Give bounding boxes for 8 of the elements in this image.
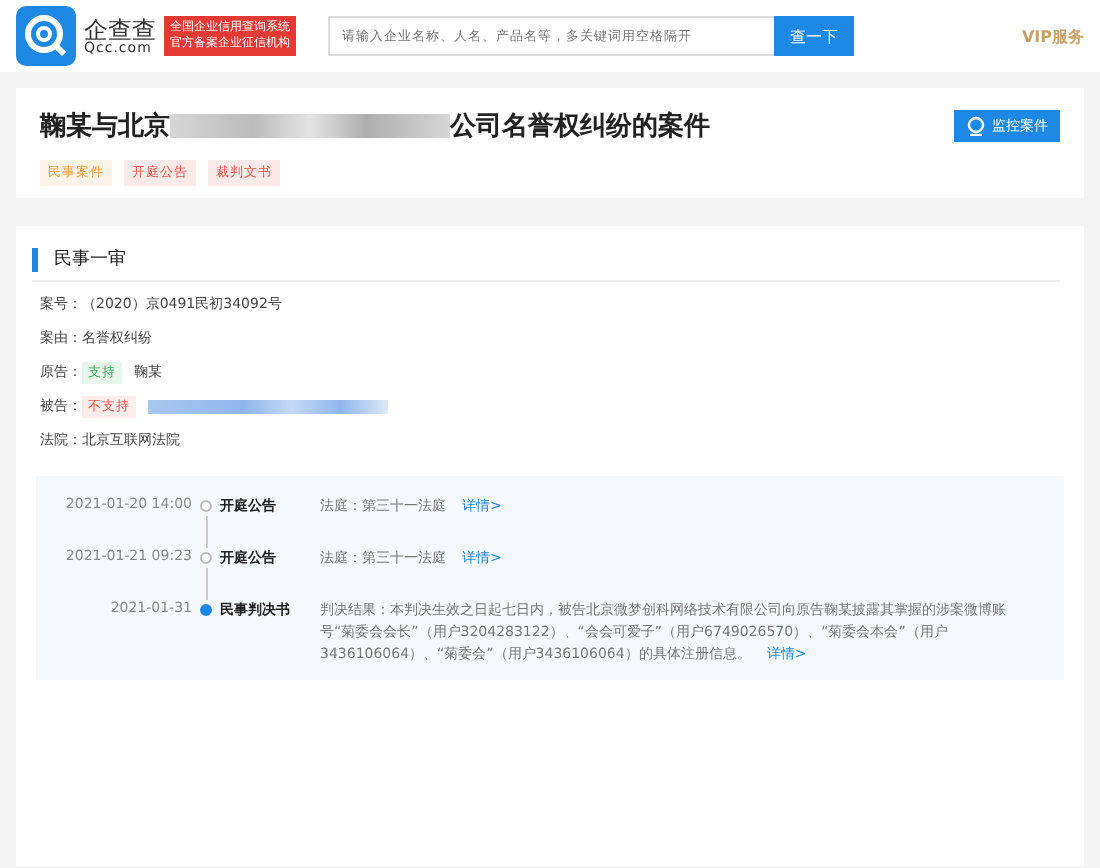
search-button[interactable]: 查一下: [774, 16, 854, 56]
logo-icon[interactable]: [16, 6, 76, 66]
vip-link[interactable]: VIP服务: [1021, 25, 1084, 47]
logo-name: 企查查: [84, 17, 156, 41]
monitor-icon: [966, 116, 986, 136]
case-title-end: 公司名誉权纠纷的案件: [450, 109, 710, 144]
section-title: 民事一审: [54, 247, 126, 272]
case-title-start: 鞠某与北京: [40, 109, 170, 144]
